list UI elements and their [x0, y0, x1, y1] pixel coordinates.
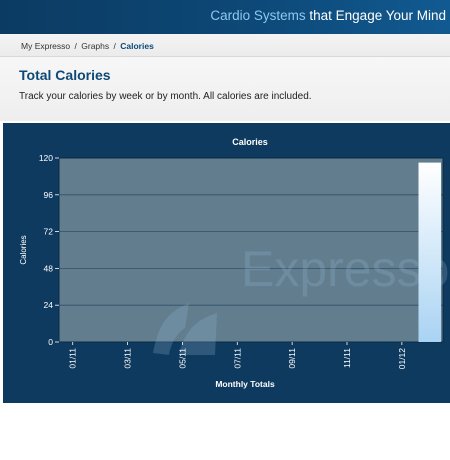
y-axis-label: Calories: [19, 235, 28, 264]
y-tick-label: 24: [44, 300, 54, 310]
x-axis-ticks: 01/11 03/11 05/11 07/11 09/11 11/11 01/12: [68, 342, 407, 369]
banner-tagline: Cardio Systems that Engage Your Mind: [210, 8, 446, 23]
x-tick-label: 05/11: [177, 348, 187, 369]
y-tick-label: 96: [44, 190, 54, 200]
bar-series: [418, 162, 441, 342]
x-tick-label: 01/12: [397, 348, 407, 370]
tagline-rest: that Engage Your Mind: [305, 8, 446, 23]
top-banner: Cardio Systems that Engage Your Mind: [0, 0, 450, 34]
y-tick-label: 72: [44, 227, 54, 237]
breadcrumb-separator: /: [74, 41, 77, 51]
calories-chart: Calories Expresso 0 24 48 72 96 120 01/11 03/1…: [19, 137, 449, 389]
chart-title: Calories: [232, 137, 268, 147]
y-tick-label: 48: [44, 263, 54, 273]
watermark-text: Expresso: [241, 241, 449, 297]
y-axis-ticks: 0 24 48 72 96 120: [39, 153, 59, 347]
page-description: Track your calories by week or by month.…: [19, 91, 312, 102]
y-tick-label: 0: [48, 337, 53, 347]
breadcrumb: My Expresso / Graphs / Calories: [0, 34, 450, 57]
breadcrumb-current: Calories: [120, 41, 154, 51]
bar: [418, 162, 441, 342]
page-header: Total Calories Track your calories by we…: [0, 57, 450, 121]
x-tick-label: 03/11: [123, 348, 133, 369]
chart-panel: Calories Expresso 0 24 48 72 96 120 01/11 03/1…: [3, 123, 450, 403]
x-tick-label: 11/11: [342, 348, 352, 368]
y-tick-label: 120: [39, 153, 53, 163]
x-axis-label: Monthly Totals: [215, 379, 275, 389]
breadcrumb-link-graphs[interactable]: Graphs: [81, 41, 109, 51]
x-tick-label: 09/11: [287, 348, 297, 369]
breadcrumb-separator: /: [113, 41, 116, 51]
page-title: Total Calories: [19, 67, 111, 83]
x-tick-label: 01/11: [68, 348, 78, 369]
tagline-accent: Cardio Systems: [210, 8, 306, 23]
breadcrumb-link-my-expresso[interactable]: My Expresso: [21, 41, 70, 51]
x-tick-label: 07/11: [232, 348, 242, 369]
